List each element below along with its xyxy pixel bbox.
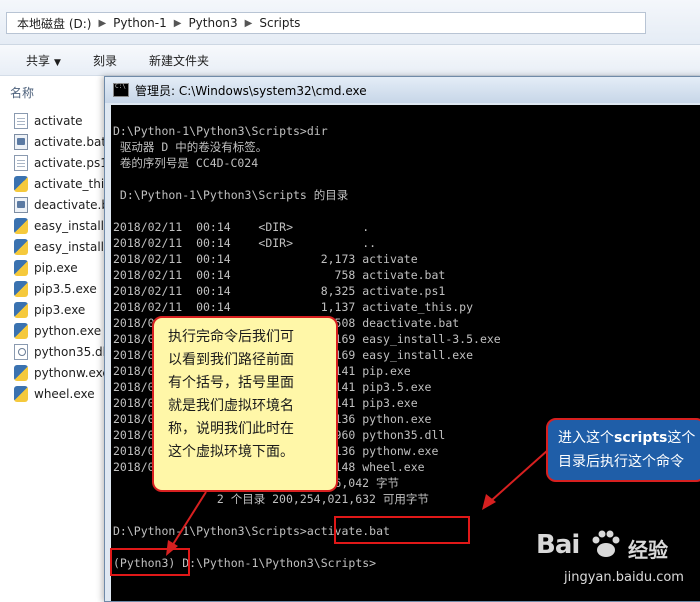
console-line: 2018/02/11 00:14 1,137 activate_this.py bbox=[113, 300, 474, 314]
explorer-toolbar: 共享 ▼ 刻录 新建文件夹 bbox=[0, 45, 700, 76]
column-header-name[interactable]: 名称 bbox=[10, 84, 34, 101]
file-doc-icon bbox=[14, 154, 28, 171]
list-item[interactable]: activate.ps1 bbox=[14, 152, 110, 173]
list-item[interactable]: activate_this bbox=[14, 173, 110, 194]
callout-yellow-line: 这个虚拟环境下面。 bbox=[168, 444, 294, 460]
console-line: 2018/02/11 00:14 758 activate.bat bbox=[113, 268, 446, 282]
list-item[interactable]: pip3.exe bbox=[14, 299, 110, 320]
console-line: 卷的序列号是 CC4D-C024 bbox=[113, 156, 259, 170]
breadcrumb-drive[interactable]: 本地磁盘 (D:) bbox=[13, 15, 95, 32]
file-name: python35.dll bbox=[34, 344, 110, 359]
list-item[interactable]: pip.exe bbox=[14, 257, 110, 278]
file-name: pip.exe bbox=[34, 260, 78, 275]
cmd-icon bbox=[113, 83, 129, 97]
file-py-icon bbox=[14, 364, 28, 381]
callout-blue-line1: 进入这个scripts这个 bbox=[558, 426, 700, 450]
share-button[interactable]: 共享 ▼ bbox=[0, 52, 77, 69]
file-bat-icon bbox=[14, 196, 28, 213]
list-item[interactable]: easy_install- bbox=[14, 236, 110, 257]
callout-yellow-line: 执行完命令后我们可 bbox=[168, 329, 294, 345]
watermark-cn: 经验 bbox=[628, 538, 668, 562]
cmd-title: 管理员: C:\Windows\system32\cmd.exe bbox=[135, 83, 367, 98]
file-name: activate.ps1 bbox=[34, 155, 108, 170]
file-py-icon bbox=[14, 301, 28, 318]
callout-yellow: 执行完命令后我们可 以看到我们路径前面 有个括号，括号里面 就是我们虚拟环境名 称，说明… bbox=[152, 316, 338, 492]
file-name: deactivate.b bbox=[34, 197, 109, 212]
console-line: D:\Python-1\Python3\Scripts 的目录 bbox=[113, 188, 349, 202]
callout-blue-bold: scripts bbox=[614, 430, 668, 446]
callout-blue-prefix: 进入这个 bbox=[558, 430, 614, 446]
chevron-right-icon[interactable]: ▶ bbox=[95, 18, 109, 29]
list-item[interactable]: deactivate.b bbox=[14, 194, 110, 215]
list-item[interactable]: easy_install. bbox=[14, 215, 110, 236]
console-line: 2 个目录 200,254,021,632 可用字节 bbox=[113, 492, 429, 506]
callout-blue: 进入这个scripts这个 目录后执行这个命令 bbox=[546, 418, 700, 482]
list-item[interactable]: wheel.exe bbox=[14, 383, 110, 404]
paw-icon bbox=[592, 530, 620, 557]
file-py-icon bbox=[14, 175, 28, 192]
file-list: activate activate.bat activate.ps1 activate… bbox=[14, 110, 110, 404]
console-line: D:\Python-1\Python3\Scripts>dir bbox=[113, 124, 328, 138]
baidu-watermark: Bai 经验 jingyan.baidu.com bbox=[536, 526, 696, 596]
highlight-activate-command bbox=[334, 516, 470, 544]
file-name: activate_this bbox=[34, 176, 111, 191]
console-line: 驱动器 D 中的卷没有标签。 bbox=[113, 140, 268, 154]
callout-blue-line2: 目录后执行这个命令 bbox=[558, 454, 684, 470]
file-name: easy_install. bbox=[34, 218, 108, 233]
console-line: 2018/02/11 00:14 <DIR> .. bbox=[113, 236, 377, 250]
list-item[interactable]: activate.bat bbox=[14, 131, 110, 152]
callout-yellow-line: 称，说明我们此时在 bbox=[168, 421, 294, 437]
watermark-url: jingyan.baidu.com bbox=[564, 570, 684, 585]
chevron-right-icon[interactable]: ▶ bbox=[242, 18, 256, 29]
file-name: pythonw.exe bbox=[34, 365, 110, 380]
list-item[interactable]: python.exe bbox=[14, 320, 110, 341]
file-name: python.exe bbox=[34, 323, 102, 338]
file-py-icon bbox=[14, 280, 28, 297]
watermark-brand: Bai bbox=[536, 530, 580, 560]
breadcrumb[interactable]: 本地磁盘 (D:) ▶ Python-1 ▶ Python3 ▶ Scripts bbox=[6, 12, 646, 34]
list-item[interactable]: activate bbox=[14, 110, 110, 131]
file-py-icon bbox=[14, 217, 28, 234]
console-line: 2018/02/11 00:14 2,173 activate bbox=[113, 252, 418, 266]
file-name: pip3.5.exe bbox=[34, 281, 97, 296]
file-py-icon bbox=[14, 322, 28, 339]
share-label: 共享 bbox=[26, 53, 51, 68]
new-folder-button[interactable]: 新建文件夹 bbox=[133, 52, 225, 69]
chevron-right-icon[interactable]: ▶ bbox=[171, 18, 185, 29]
address-bar: 本地磁盘 (D:) ▶ Python-1 ▶ Python3 ▶ Scripts bbox=[0, 0, 700, 45]
chevron-down-icon: ▼ bbox=[54, 57, 61, 68]
file-py-icon bbox=[14, 385, 28, 402]
list-item[interactable]: pip3.5.exe bbox=[14, 278, 110, 299]
file-name: activate.bat bbox=[34, 134, 107, 149]
file-bat-icon bbox=[14, 133, 28, 150]
file-name: easy_install- bbox=[34, 239, 109, 254]
callout-blue-suffix: 这个 bbox=[667, 430, 696, 446]
list-item[interactable]: python35.dll bbox=[14, 341, 110, 362]
file-name: activate bbox=[34, 113, 83, 128]
callout-yellow-line: 就是我们虚拟环境名 bbox=[168, 398, 294, 414]
file-name: wheel.exe bbox=[34, 386, 95, 401]
file-dll-icon bbox=[14, 343, 28, 360]
burn-button[interactable]: 刻录 bbox=[77, 52, 133, 69]
callout-yellow-line: 以看到我们路径前面 bbox=[168, 352, 294, 368]
breadcrumb-scripts[interactable]: Scripts bbox=[255, 16, 304, 30]
console-line: 2018/02/11 00:14 8,325 activate.ps1 bbox=[113, 284, 446, 298]
file-name: pip3.exe bbox=[34, 302, 86, 317]
list-item[interactable]: pythonw.exe bbox=[14, 362, 110, 383]
breadcrumb-python1[interactable]: Python-1 bbox=[109, 16, 171, 30]
highlight-env-name bbox=[110, 548, 190, 576]
cmd-titlebar[interactable]: 管理员: C:\Windows\system32\cmd.exe bbox=[105, 77, 700, 103]
breadcrumb-python3[interactable]: Python3 bbox=[184, 16, 241, 30]
file-py-icon bbox=[14, 238, 28, 255]
file-doc-icon bbox=[14, 112, 28, 129]
file-py-icon bbox=[14, 259, 28, 276]
callout-yellow-line: 有个括号，括号里面 bbox=[168, 375, 294, 391]
console-line: 2018/02/11 00:14 <DIR> . bbox=[113, 220, 370, 234]
